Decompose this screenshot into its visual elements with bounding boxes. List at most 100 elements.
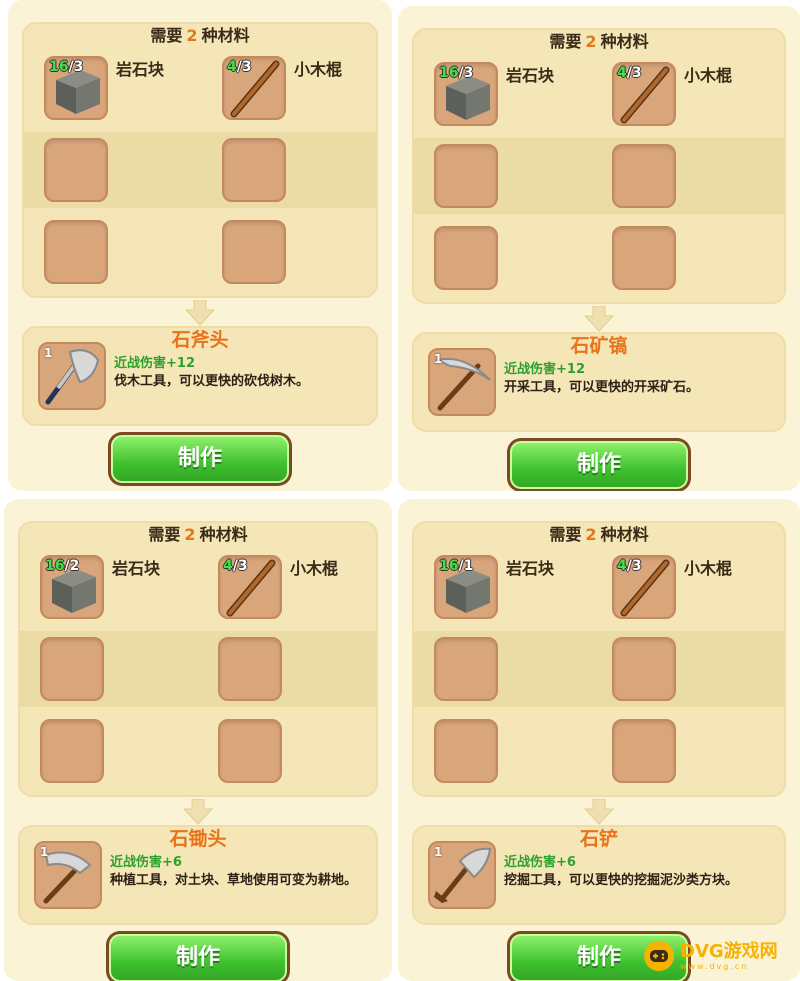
material-name-stick: 小木棍	[290, 559, 339, 578]
req-prefix: 需要	[549, 525, 582, 544]
arrow-down-icon	[584, 306, 614, 332]
materials-header: 需要 2 种材料	[414, 30, 784, 54]
material-name-stick: 小木棍	[684, 66, 733, 85]
craft-button[interactable]: 制作	[108, 432, 292, 486]
material-slot-stick[interactable]: 4/3	[218, 555, 282, 619]
material-name-stone: 岩石块	[116, 60, 165, 79]
material-slot-stick[interactable]: 4/3	[222, 56, 286, 120]
result-box: 石铲 1 近战伤害+6 挖掘工具，可以更快的挖掘泥沙类方块。	[412, 825, 786, 925]
empty-slot[interactable]	[44, 138, 108, 202]
material-slot-stick[interactable]: 4/3	[612, 62, 676, 126]
materials-header: 需要 2 种材料	[20, 523, 376, 547]
result-description: 开采工具，可以更快的开采矿石。	[504, 380, 700, 395]
result-box: 石矿镐 1 近战伤害+12 开采工具，可以更快的开采矿石。	[412, 332, 786, 432]
result-slot[interactable]: 1	[428, 348, 496, 416]
recipe-panel-axe: 需要 2 种材料 16/3 岩石块 4/3 小木棍 石斧头 1 近战伤害+12 …	[8, 0, 392, 491]
materials-box: 需要 2 种材料 16/3 岩石块 4/3 小木棍	[22, 22, 378, 298]
result-description: 种植工具，对土块、草地使用可变为耕地。	[110, 873, 358, 888]
watermark-text: DVG游戏网	[680, 940, 778, 962]
materials-box: 需要 2 种材料 16/1 岩石块 4/3 小木棍	[412, 521, 786, 797]
result-box: 石锄头 1 近战伤害+6 种植工具，对土块、草地使用可变为耕地。	[18, 825, 378, 925]
craft-button[interactable]: 制作	[507, 438, 691, 491]
req-suffix: 种材料	[201, 26, 250, 45]
result-box: 石斧头 1 近战伤害+12 伐木工具，可以更快的砍伐树木。	[22, 326, 378, 426]
material-slot-stone[interactable]: 16/3	[44, 56, 108, 120]
empty-slot[interactable]	[612, 637, 676, 701]
recipe-panel-shovel: 需要 2 种材料 16/1 岩石块 4/3 小木棍 石铲 1 近战伤害+6 挖掘…	[398, 499, 800, 981]
materials-box: 需要 2 种材料 16/2 岩石块 4/3 小木棍	[18, 521, 378, 797]
empty-slot[interactable]	[40, 719, 104, 783]
result-stat: 近战伤害+6	[504, 855, 576, 870]
material-count: 16/3	[439, 65, 474, 81]
material-count: 16/1	[439, 558, 474, 574]
material-slot-stone[interactable]: 16/2	[40, 555, 104, 619]
material-count: 16/2	[45, 558, 80, 574]
material-name-stone: 岩石块	[506, 66, 555, 85]
watermark-text-block: DVG游戏网 www.dvg.cn	[680, 940, 778, 971]
result-description: 伐木工具，可以更快的砍伐树木。	[114, 374, 310, 389]
empty-slot[interactable]	[222, 220, 286, 284]
arrow-down-icon	[183, 799, 213, 825]
req-suffix: 种材料	[199, 525, 248, 544]
result-slot[interactable]: 1	[428, 841, 496, 909]
result-slot[interactable]: 1	[34, 841, 102, 909]
material-name-stick: 小木棍	[294, 60, 343, 79]
material-count: 4/3	[617, 558, 642, 574]
result-slot[interactable]: 1	[38, 342, 106, 410]
result-qty: 1	[40, 845, 49, 859]
watermark-url: www.dvg.cn	[680, 961, 749, 971]
req-prefix: 需要	[148, 525, 181, 544]
materials-header: 需要 2 种材料	[414, 523, 784, 547]
req-count: 2	[186, 26, 198, 45]
empty-slot[interactable]	[612, 226, 676, 290]
empty-slot[interactable]	[40, 637, 104, 701]
result-qty: 1	[434, 352, 443, 366]
req-count: 2	[585, 32, 597, 51]
req-suffix: 种材料	[600, 525, 649, 544]
empty-slot[interactable]	[434, 637, 498, 701]
material-slot-stone[interactable]: 16/3	[434, 62, 498, 126]
empty-slot[interactable]	[218, 637, 282, 701]
craft-button-label: 制作	[109, 934, 287, 981]
material-count: 16/3	[49, 59, 84, 75]
req-count: 2	[184, 525, 196, 544]
craft-button-label: 制作	[510, 441, 688, 489]
empty-slot[interactable]	[222, 138, 286, 202]
material-count: 4/3	[227, 59, 252, 75]
arrow-down-icon	[584, 799, 614, 825]
result-qty: 1	[434, 845, 443, 859]
req-prefix: 需要	[150, 26, 183, 45]
empty-slot[interactable]	[612, 144, 676, 208]
result-description: 挖掘工具，可以更快的挖掘泥沙类方块。	[504, 873, 739, 888]
req-suffix: 种材料	[600, 32, 649, 51]
result-stat: 近战伤害+6	[110, 855, 182, 870]
empty-slot[interactable]	[218, 719, 282, 783]
result-stat: 近战伤害+12	[504, 362, 585, 377]
result-qty: 1	[44, 346, 53, 360]
divider-horizontal	[0, 491, 800, 499]
result-stat: 近战伤害+12	[114, 356, 195, 371]
material-name-stone: 岩石块	[506, 559, 555, 578]
watermark: DVG游戏网 www.dvg.cn	[644, 937, 794, 975]
req-count: 2	[585, 525, 597, 544]
recipe-panel-pickaxe: 需要 2 种材料 16/3 岩石块 4/3 小木棍 石矿镐 1 近战伤害+12 …	[398, 6, 800, 491]
gamepad-icon	[644, 941, 674, 971]
recipe-panel-hoe: 需要 2 种材料 16/2 岩石块 4/3 小木棍 石锄头 1 近战伤害+6 种…	[4, 499, 392, 981]
material-slot-stick[interactable]: 4/3	[612, 555, 676, 619]
materials-box: 需要 2 种材料 16/3 岩石块 4/3 小木棍	[412, 28, 786, 304]
empty-slot[interactable]	[434, 226, 498, 290]
empty-slot[interactable]	[434, 144, 498, 208]
empty-slot[interactable]	[434, 719, 498, 783]
material-slot-stone[interactable]: 16/1	[434, 555, 498, 619]
req-prefix: 需要	[549, 32, 582, 51]
material-name-stone: 岩石块	[112, 559, 161, 578]
material-count: 4/3	[223, 558, 248, 574]
craft-button[interactable]: 制作	[106, 931, 290, 981]
arrow-down-icon	[185, 300, 215, 326]
craft-button-label: 制作	[111, 435, 289, 483]
material-name-stick: 小木棍	[684, 559, 733, 578]
material-count: 4/3	[617, 65, 642, 81]
empty-slot[interactable]	[44, 220, 108, 284]
empty-slot[interactable]	[612, 719, 676, 783]
materials-header: 需要 2 种材料	[24, 24, 376, 48]
